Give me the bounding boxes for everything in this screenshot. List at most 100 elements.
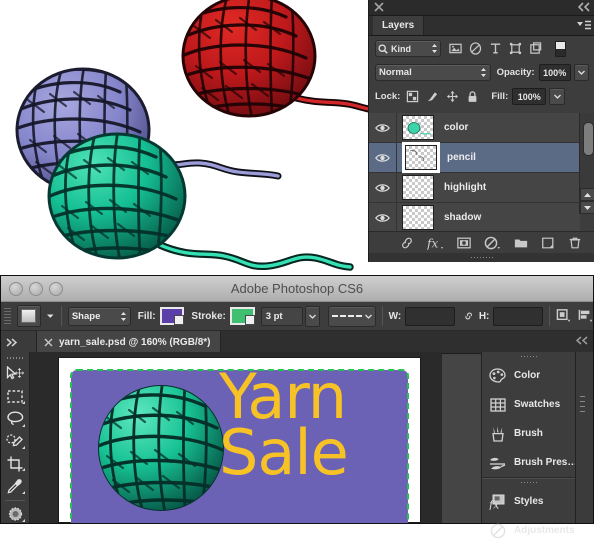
canvas-area[interactable]: Yarn Sale [30,352,442,523]
smart-object-filter-icon[interactable] [529,42,542,55]
document-tab-yarn-sale[interactable]: yarn_sale.psd @ 160% (RGB/8*) [37,331,222,353]
drag-grip-icon[interactable] [4,306,11,326]
opacity-dropdown-button[interactable] [573,64,590,81]
lock-image-pixels-icon[interactable] [426,90,439,103]
layer-visibility-toggle[interactable] [369,143,397,172]
delete-layer-icon[interactable] [568,236,582,250]
zoom-button[interactable] [49,282,63,296]
fill-label: Fill: [491,91,509,102]
width-input[interactable] [405,306,455,326]
stroke-color-swatch[interactable] [229,307,255,325]
move-tool-icon[interactable] [4,366,26,383]
new-layer-icon[interactable] [541,236,555,250]
stepper-arrows-icon[interactable] [120,311,127,322]
scroll-up-arrow-icon[interactable] [580,188,594,201]
scrollbar-thumb[interactable] [583,122,594,156]
grip-dots-icon[interactable] [6,357,24,359]
panel-item-brush-presets[interactable]: Brush Pres… [482,448,577,477]
layer-visibility-toggle[interactable] [369,173,397,202]
layer-name: shadow [444,212,482,223]
drag-grip-icon[interactable] [482,478,576,487]
layer-visibility-toggle[interactable] [369,113,397,142]
close-tab-icon[interactable] [44,338,53,347]
table-row[interactable]: highlight [369,173,580,203]
type-layer-filter-icon[interactable] [489,42,502,55]
tool-mode-select[interactable]: Shape [67,306,131,326]
path-operations-icon[interactable] [556,308,571,324]
adjustment-layer-filter-icon[interactable] [469,42,482,55]
layer-kind-filter-select[interactable]: Kind [375,40,441,57]
chevron-down-icon[interactable] [46,313,55,319]
layer-list-scrollbar[interactable] [579,113,594,214]
new-group-icon[interactable] [514,236,528,250]
fill-input[interactable]: 100% [512,88,547,105]
panel-item-brush[interactable]: Brush [482,419,576,448]
collapse-double-arrow-icon[interactable] [578,2,591,12]
table-row[interactable]: pencil [369,142,580,173]
link-layers-icon[interactable] [400,236,414,250]
panel-menu-icon[interactable] [577,20,591,31]
panel-item-label: Brush [514,428,543,439]
window-titlebar[interactable]: Adobe Photoshop CS6 [1,276,593,302]
fill-dropdown-button[interactable] [549,88,566,105]
empty-transparent-thumbnail[interactable] [402,175,434,200]
pixel-layer-filter-icon[interactable] [449,42,462,55]
rectangular-marquee-tool-icon[interactable] [4,388,26,405]
stepper-arrows-icon[interactable] [431,43,438,54]
panel-resize-grip[interactable] [369,253,594,262]
quick-selection-tool-icon[interactable] [4,433,26,450]
teal-yarn-thumbnail[interactable] [402,115,434,140]
right-rail[interactable] [575,352,593,523]
pencil-sketch-thumbnail[interactable] [402,142,440,173]
stroke-width-dropdown-button[interactable] [304,305,321,327]
add-layer-mask-icon[interactable] [457,236,471,250]
eyedropper-tool-icon[interactable] [4,477,26,494]
panel-item-swatches[interactable]: Swatches [482,390,576,419]
path-alignment-icon[interactable] [578,308,593,324]
layers-panel-tabrow: Layers [369,16,594,36]
fill-color-swatch[interactable] [159,307,185,325]
spot-healing-brush-tool-icon[interactable] [4,506,26,523]
stroke-label: Stroke: [191,310,226,322]
opacity-input[interactable]: 100% [538,64,571,81]
scroll-down-arrow-icon[interactable] [580,201,594,214]
layer-kind-filter-value: Kind [391,43,411,54]
table-row[interactable]: color [369,113,580,143]
swatches-grid-icon [489,396,506,413]
empty-transparent-thumbnail[interactable] [402,205,434,230]
table-row[interactable]: shadow [369,203,580,231]
lock-position-icon[interactable] [446,90,459,103]
close-icon[interactable] [374,2,384,12]
collapse-double-arrow-icon[interactable] [576,336,589,345]
expand-panels-icon[interactable] [1,331,37,353]
layer-filter-row: Kind [369,36,594,57]
lock-all-icon[interactable] [466,90,479,103]
new-fill-adjustment-layer-icon[interactable] [484,236,501,250]
height-input[interactable] [493,306,543,326]
panel-item-color[interactable]: Color [482,361,576,390]
document-canvas[interactable]: Yarn Sale [58,357,421,523]
blend-mode-select[interactable]: Normal [375,64,491,81]
crop-tool-icon[interactable] [4,455,26,472]
stroke-width-input[interactable]: 3 pt [260,306,303,326]
drag-grip-icon[interactable] [482,352,576,361]
layer-visibility-toggle[interactable] [369,203,397,231]
blend-mode-row: Normal Opacity: 100% [369,57,594,81]
tool-preset-picker-icon[interactable] [16,305,42,327]
layer-style-fx-icon[interactable]: fx [427,236,444,250]
filter-toggle-icon[interactable] [555,40,566,57]
close-button[interactable] [9,282,23,296]
dashed-line-style-icon[interactable] [328,305,376,327]
eye-icon [375,213,390,222]
tab-layers[interactable]: Layers [373,16,425,35]
panel-item-styles[interactable]: fx Styles [482,487,576,516]
stroke-width-value: 3 pt [265,310,283,322]
lock-transparent-pixels-icon[interactable] [406,90,419,103]
panel-item-adjustments[interactable]: Adjustments [482,516,576,545]
stepper-arrows-icon[interactable] [480,67,487,78]
link-wh-icon[interactable] [462,309,475,323]
layer-list[interactable]: color pencil highlight shadow [369,113,580,231]
shape-layer-filter-icon[interactable] [509,42,522,55]
minimize-button[interactable] [29,282,43,296]
lasso-tool-icon[interactable] [4,410,26,427]
